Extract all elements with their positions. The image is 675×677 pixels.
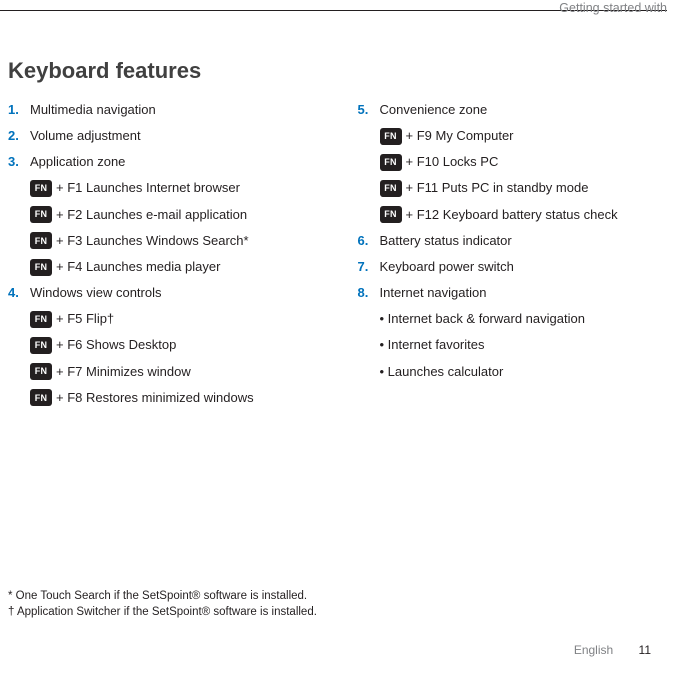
page-title: Keyboard features: [8, 56, 667, 87]
item-text: Multimedia navigation: [30, 101, 318, 119]
fn-key-icon: FN: [380, 128, 402, 145]
item-text: Application zone: [30, 153, 318, 171]
footnote: † Application Switcher if the SetSpoint®…: [8, 604, 317, 621]
fn-key-icon: FN: [30, 232, 52, 249]
shortcut-text: + F3 Launches Windows Search*: [56, 232, 249, 250]
item-text: Battery status indicator: [380, 232, 668, 250]
list-item: 4. Windows view controls: [8, 284, 318, 302]
list-item: 2. Volume adjustment: [8, 127, 318, 145]
page-footer: English 11: [574, 642, 651, 659]
item-text: Keyboard power switch: [380, 258, 668, 276]
item-number: 5.: [358, 101, 380, 119]
fn-shortcut: FN + F9 My Computer: [380, 127, 668, 145]
footnote: * One Touch Search if the SetSpoint® sof…: [8, 588, 317, 605]
fn-shortcut: FN + F7 Minimizes window: [30, 363, 318, 381]
shortcut-text: + F10 Locks PC: [406, 153, 499, 171]
fn-shortcut: FN + F1 Launches Internet browser: [30, 179, 318, 197]
footer-language: English: [574, 643, 613, 657]
list-item: 6. Battery status indicator: [358, 232, 668, 250]
shortcut-text: + F9 My Computer: [406, 127, 514, 145]
fn-key-icon: FN: [380, 154, 402, 171]
shortcut-text: + F7 Minimizes window: [56, 363, 191, 381]
fn-shortcut: FN + F10 Locks PC: [380, 153, 668, 171]
bullet-item: • Launches calculator: [380, 363, 668, 381]
item-text: Convenience zone: [380, 101, 668, 119]
fn-key-icon: FN: [30, 259, 52, 276]
fn-key-icon: FN: [380, 180, 402, 197]
fn-key-icon: FN: [30, 389, 52, 406]
list-item: 3. Application zone: [8, 153, 318, 171]
fn-key-icon: FN: [30, 206, 52, 223]
list-item: 8. Internet navigation: [358, 284, 668, 302]
item-number: 6.: [358, 232, 380, 250]
shortcut-text: + F5 Flip†: [56, 310, 114, 328]
list-item: 7. Keyboard power switch: [358, 258, 668, 276]
page-number: 11: [639, 642, 651, 659]
fn-key-icon: FN: [30, 363, 52, 380]
columns: 1. Multimedia navigation 2. Volume adjus…: [8, 101, 667, 415]
item-number: 8.: [358, 284, 380, 302]
item-number: 7.: [358, 258, 380, 276]
fn-key-icon: FN: [30, 337, 52, 354]
list-item: 1. Multimedia navigation: [8, 101, 318, 119]
item-number: 3.: [8, 153, 30, 171]
fn-key-icon: FN: [30, 311, 52, 328]
fn-key-icon: FN: [30, 180, 52, 197]
shortcut-text: + F4 Launches media player: [56, 258, 220, 276]
fn-shortcut: FN + F3 Launches Windows Search*: [30, 232, 318, 250]
page-content: Keyboard features 1. Multimedia navigati…: [8, 56, 667, 415]
fn-key-icon: FN: [380, 206, 402, 223]
shortcut-text: + F8 Restores minimized windows: [56, 389, 254, 407]
item-text: Volume adjustment: [30, 127, 318, 145]
item-number: 1.: [8, 101, 30, 119]
shortcut-text: + F11 Puts PC in standby mode: [406, 179, 589, 197]
fn-shortcut: FN + F11 Puts PC in standby mode: [380, 179, 668, 197]
item-number: 2.: [8, 127, 30, 145]
shortcut-text: + F6 Shows Desktop: [56, 336, 176, 354]
running-head: Getting started with: [559, 0, 667, 18]
fn-shortcut: FN + F4 Launches media player: [30, 258, 318, 276]
bullet-item: • Internet favorites: [380, 336, 668, 354]
shortcut-text: + F1 Launches Internet browser: [56, 179, 240, 197]
fn-shortcut: FN + F5 Flip†: [30, 310, 318, 328]
item-text: Internet navigation: [380, 284, 668, 302]
shortcut-text: + F2 Launches e-mail application: [56, 206, 247, 224]
column-left: 1. Multimedia navigation 2. Volume adjus…: [8, 101, 318, 415]
fn-shortcut: FN + F6 Shows Desktop: [30, 336, 318, 354]
fn-shortcut: FN + F2 Launches e-mail application: [30, 206, 318, 224]
list-item: 5. Convenience zone: [358, 101, 668, 119]
fn-shortcut: FN + F8 Restores minimized windows: [30, 389, 318, 407]
footnotes: * One Touch Search if the SetSpoint® sof…: [8, 588, 317, 621]
item-text: Windows view controls: [30, 284, 318, 302]
bullet-item: • Internet back & forward navigation: [380, 310, 668, 328]
column-right: 5. Convenience zone FN + F9 My Computer …: [358, 101, 668, 415]
fn-shortcut: FN + F12 Keyboard battery status check: [380, 206, 668, 224]
shortcut-text: + F12 Keyboard battery status check: [406, 206, 618, 224]
item-number: 4.: [8, 284, 30, 302]
